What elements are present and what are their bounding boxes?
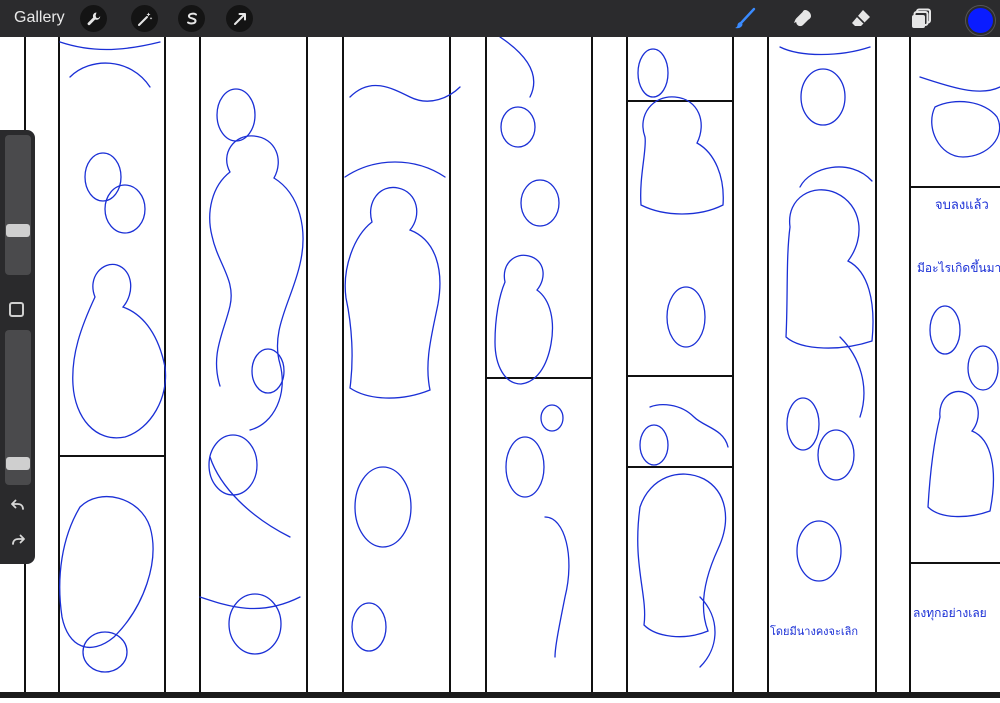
undo-icon[interactable] <box>9 498 27 516</box>
redo-icon[interactable] <box>9 532 27 550</box>
adjustments-magic-wand-icon[interactable] <box>131 5 158 32</box>
color-swatch-button[interactable] <box>966 6 995 35</box>
brush-icon[interactable] <box>732 6 758 32</box>
drawing-canvas[interactable]: จบลงแล้ว มีอะไรเกิดขึ้นมาบ้าง ลงทุกอย่าง… <box>0 36 1000 698</box>
brush-size-slider[interactable] <box>5 135 31 275</box>
brush-size-knob[interactable] <box>6 223 30 237</box>
actions-wrench-icon[interactable] <box>80 5 107 32</box>
bottom-edge <box>0 692 1000 698</box>
modify-button[interactable] <box>9 302 24 317</box>
caption-p10-bottom: ลงทุกอย่างเลย <box>913 606 987 621</box>
smudge-icon[interactable] <box>790 6 816 32</box>
caption-p10-top: จบลงแล้ว <box>935 197 989 212</box>
layers-icon[interactable] <box>908 6 934 32</box>
top-toolbar: Gallery <box>0 0 1000 37</box>
caption-p10-mid: มีอะไรเกิดขึ้นมาบ้าง <box>917 259 1000 275</box>
caption-p9-bottom: โดยมีนางคงจะเลิก <box>770 624 858 638</box>
opacity-knob[interactable] <box>6 457 30 470</box>
gallery-button[interactable]: Gallery <box>14 9 65 27</box>
transform-arrow-icon[interactable] <box>226 5 253 32</box>
panel-borders <box>24 37 1000 692</box>
opacity-slider[interactable] <box>5 330 31 485</box>
selection-s-icon[interactable] <box>178 5 205 32</box>
eraser-icon[interactable] <box>848 6 874 32</box>
sketch-artwork: จบลงแล้ว มีอะไรเกิดขึ้นมาบ้าง ลงทุกอย่าง… <box>24 36 1000 692</box>
brush-sidebar <box>0 130 35 564</box>
